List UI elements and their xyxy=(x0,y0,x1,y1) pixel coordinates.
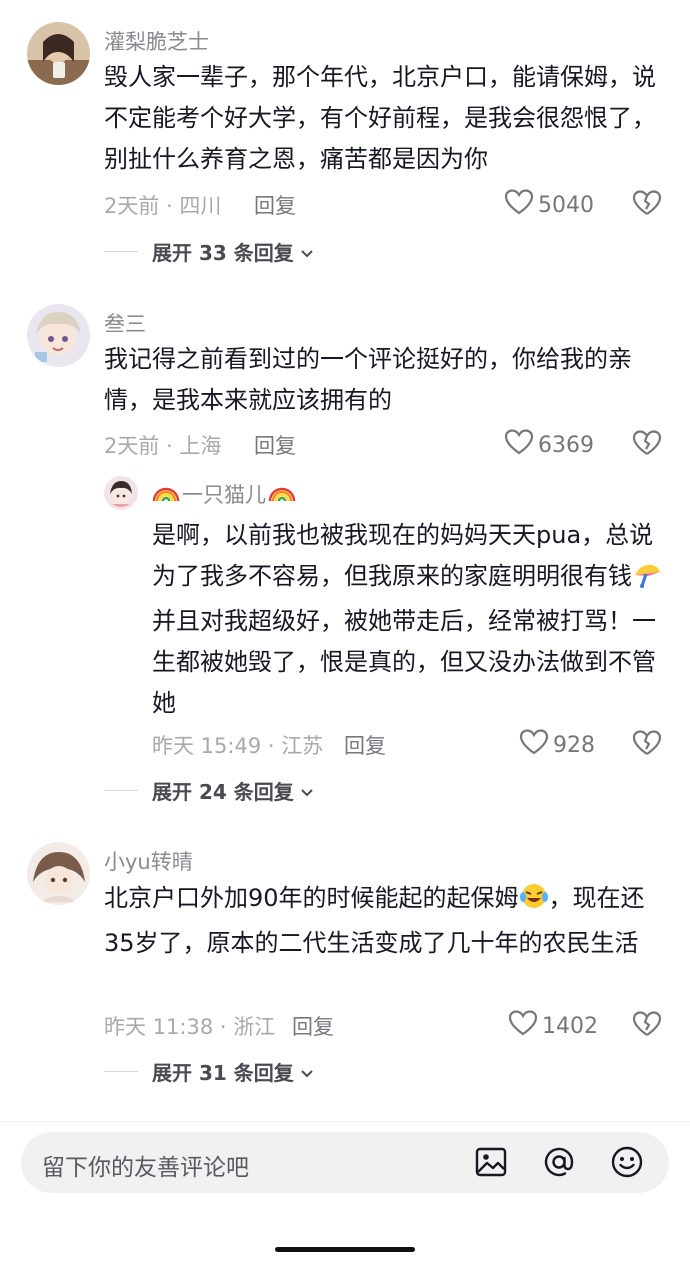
reply-author[interactable]: 一只猫儿 xyxy=(152,479,296,509)
avatar[interactable] xyxy=(27,22,90,85)
like-button[interactable]: 928 xyxy=(519,728,595,762)
comment-author[interactable]: 叁三 xyxy=(104,308,146,338)
reply-text-part: 并且对我超级好，被她带走后，经常被打骂！一生都被她毁了，恨是真的，但又没办法做到… xyxy=(152,607,656,717)
chevron-down-icon xyxy=(300,779,314,803)
comment-meta: 昨天 11:38 · 浙江 xyxy=(104,1015,276,1039)
reply-button[interactable]: 回复 xyxy=(344,730,386,760)
heart-outline-icon xyxy=(504,188,534,222)
comment-text: 我记得之前看到过的一个评论挺好的，你给我的亲情，是我本来就应该拥有的 xyxy=(104,345,632,414)
comment-input[interactable]: 留下你的友善评论吧 xyxy=(21,1132,669,1193)
dislike-button[interactable] xyxy=(632,729,662,761)
reply-avatar[interactable] xyxy=(104,476,138,510)
comment-text-part: 北京户口外加90年的时候能起的起保姆 xyxy=(104,884,519,912)
comment-author[interactable]: 小yu转晴 xyxy=(104,846,193,876)
heart-outline-icon xyxy=(519,728,549,762)
divider xyxy=(104,790,138,791)
reply-button[interactable]: 回复 xyxy=(292,1011,334,1041)
dislike-button[interactable] xyxy=(632,189,662,221)
heart-outline-icon xyxy=(508,1009,538,1043)
avatar[interactable] xyxy=(27,304,90,367)
broken-heart-icon xyxy=(632,1011,662,1042)
reply-button[interactable]: 回复 xyxy=(254,430,296,460)
laughing-crying-emoji-icon xyxy=(519,882,549,923)
expand-replies[interactable]: 展开 33 条回复 xyxy=(104,237,314,266)
like-button[interactable]: 1402 xyxy=(508,1009,598,1043)
expand-replies[interactable]: 展开 31 条回复 xyxy=(104,1057,314,1086)
smiley-icon[interactable] xyxy=(609,1144,645,1184)
chevron-down-icon xyxy=(300,1060,314,1084)
broken-heart-icon xyxy=(632,430,662,461)
reply-text-part: 是啊，以前我也被我现在的妈妈天天pua，总说为了我多不容易，但我原来的家庭明明很… xyxy=(152,521,654,590)
footer-divider xyxy=(0,1121,690,1122)
broken-heart-icon xyxy=(632,730,662,761)
comment-meta: 2天前 · 四川 xyxy=(104,194,222,218)
umbrella-emoji-icon xyxy=(632,560,662,601)
dislike-button[interactable] xyxy=(632,429,662,461)
reply-meta: 昨天 15:49 · 江苏 xyxy=(152,734,324,758)
dislike-button[interactable] xyxy=(632,1010,662,1042)
comment-meta: 2天前 · 上海 xyxy=(104,434,222,458)
like-count: 6369 xyxy=(538,432,594,458)
comment-author[interactable]: 灌梨脆芝士 xyxy=(104,26,209,56)
comment-text: 毁人家一辈子，那个年代，北京户口，能请保姆，说不定能考个好大学，有个好前程，是我… xyxy=(104,63,656,173)
like-count: 1402 xyxy=(542,1013,598,1039)
reply-button[interactable]: 回复 xyxy=(254,190,296,220)
like-count: 5040 xyxy=(538,192,594,218)
broken-heart-icon xyxy=(632,190,662,221)
comment-input-placeholder: 留下你的友善评论吧 xyxy=(42,1155,249,1181)
comment-text: 北京户口外加90年的时候能起的起保姆 ，现在还35岁了，原本的二代生活变成了几十年… xyxy=(104,878,664,964)
rainbow-icon xyxy=(152,481,180,508)
expand-label: 展开 24 条回复 xyxy=(152,780,294,804)
expand-label: 展开 33 条回复 xyxy=(152,241,294,265)
like-button[interactable]: 6369 xyxy=(504,428,594,462)
rainbow-icon xyxy=(268,481,296,508)
divider xyxy=(104,251,138,252)
divider xyxy=(104,1071,138,1072)
chevron-down-icon xyxy=(300,240,314,264)
like-button[interactable]: 5040 xyxy=(504,188,594,222)
like-count: 928 xyxy=(553,732,595,758)
expand-label: 展开 31 条回复 xyxy=(152,1061,294,1085)
heart-outline-icon xyxy=(504,428,534,462)
reply-author-name: 一只猫儿 xyxy=(182,483,266,507)
image-icon[interactable] xyxy=(473,1144,509,1184)
at-icon[interactable] xyxy=(541,1144,577,1184)
home-indicator xyxy=(275,1247,415,1252)
expand-replies[interactable]: 展开 24 条回复 xyxy=(104,776,314,805)
reply-text: 是啊，以前我也被我现在的妈妈天天pua，总说为了我多不容易，但我原来的家庭明明很… xyxy=(152,515,662,724)
avatar[interactable] xyxy=(27,842,90,905)
